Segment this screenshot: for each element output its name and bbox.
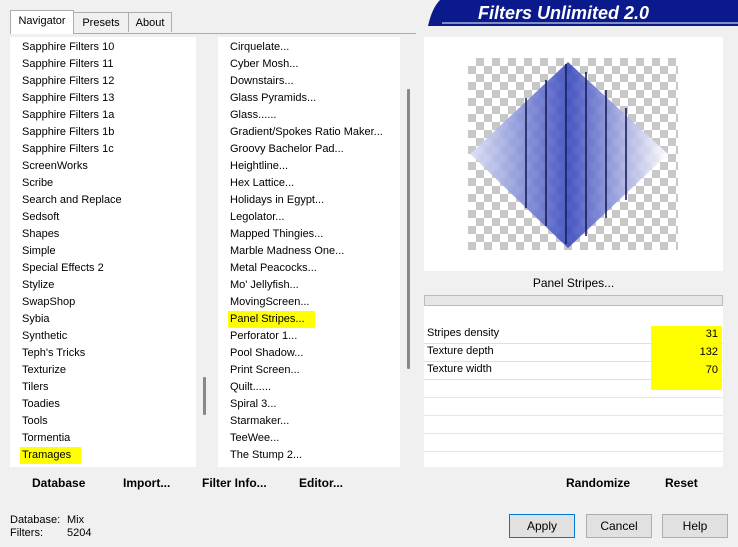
category-item[interactable]: Sedsoft bbox=[20, 209, 69, 226]
param-label: Texture depth bbox=[427, 345, 494, 357]
filter-item[interactable]: MovingScreen... bbox=[228, 294, 319, 311]
reset-button[interactable]: Reset bbox=[665, 476, 698, 490]
category-item[interactable]: Shapes bbox=[20, 226, 69, 243]
category-item[interactable]: Teph's Tricks bbox=[20, 345, 95, 362]
category-item[interactable]: Tools bbox=[20, 413, 58, 430]
filter-item[interactable]: Spiral 3... bbox=[228, 396, 286, 413]
category-item[interactable]: ScreenWorks bbox=[20, 158, 98, 175]
filter-item[interactable]: Holidays in Egypt... bbox=[228, 192, 334, 209]
apply-button[interactable]: Apply bbox=[509, 514, 575, 538]
category-item[interactable]: Sapphire Filters 1c bbox=[20, 141, 124, 158]
filter-scrollbar[interactable] bbox=[400, 37, 417, 467]
filter-item[interactable]: Metal Peacocks... bbox=[228, 260, 327, 277]
filter-item[interactable]: Marble Madness One... bbox=[228, 243, 354, 260]
category-item[interactable]: Simple bbox=[20, 243, 66, 260]
category-item[interactable]: Sapphire Filters 12 bbox=[20, 73, 124, 90]
category-scroll-thumb[interactable] bbox=[203, 377, 206, 415]
category-list-panel: Sapphire Filters 10 Sapphire Filters 11 Sa… bbox=[10, 37, 213, 467]
category-item[interactable]: Sapphire Filters 1b bbox=[20, 124, 124, 141]
category-item[interactable]: Sapphire Filters 13 bbox=[20, 90, 124, 107]
param-row-empty bbox=[424, 397, 723, 398]
param-row-stripes-density[interactable]: Stripes density 31 bbox=[424, 326, 723, 344]
banner: Filters Unlimited 2.0 bbox=[428, 0, 738, 26]
filter-item[interactable]: TeeWee... bbox=[228, 430, 289, 447]
category-item[interactable]: Special Effects 2 bbox=[20, 260, 114, 277]
param-value[interactable]: 31 bbox=[651, 326, 722, 343]
category-item[interactable]: Tilers bbox=[20, 379, 58, 396]
filter-item[interactable]: Pool Shadow... bbox=[228, 345, 313, 362]
param-value[interactable]: 70 bbox=[651, 362, 722, 379]
preview-image bbox=[468, 58, 678, 250]
help-button[interactable]: Help bbox=[662, 514, 728, 538]
param-label: Texture width bbox=[427, 363, 492, 375]
category-item[interactable]: Sapphire Filters 11 bbox=[20, 56, 124, 73]
category-item[interactable]: Toadies bbox=[20, 396, 70, 413]
tab-about[interactable]: About bbox=[128, 12, 172, 32]
filter-list-panel: Cirquelate... Cyber Mosh... Downstairs... G… bbox=[218, 37, 417, 467]
filter-item[interactable]: Cirquelate... bbox=[228, 39, 299, 56]
filter-info-button[interactable]: Filter Info... bbox=[202, 476, 267, 490]
import-button[interactable]: Import... bbox=[123, 476, 170, 490]
param-row-texture-width[interactable]: Texture width 70 bbox=[424, 362, 723, 380]
filter-item[interactable]: The Stump 2... bbox=[228, 447, 312, 464]
filter-item[interactable]: Panel Stripes... bbox=[228, 311, 315, 328]
status-filters-value: 5204 bbox=[67, 527, 92, 539]
filter-item[interactable]: Gradient/Spokes Ratio Maker... bbox=[228, 124, 393, 141]
category-item[interactable]: Synthetic bbox=[20, 328, 77, 345]
category-scrollbar[interactable] bbox=[196, 37, 213, 467]
param-row-empty bbox=[424, 433, 723, 434]
status-filters-label: Filters: bbox=[10, 527, 43, 539]
category-item[interactable]: Scribe bbox=[20, 175, 63, 192]
filter-item[interactable]: Perforator 1... bbox=[228, 328, 307, 345]
param-label: Stripes density bbox=[427, 327, 500, 339]
category-item[interactable]: Tormentia bbox=[20, 430, 80, 447]
filter-item[interactable]: Glass Pyramids... bbox=[228, 90, 326, 107]
tab-navigator[interactable]: Navigator bbox=[10, 10, 74, 34]
filter-item[interactable]: Glass...... bbox=[228, 107, 286, 124]
filter-item[interactable]: Mapped Thingies... bbox=[228, 226, 333, 243]
filter-item[interactable]: Starmaker... bbox=[228, 413, 299, 430]
filter-item[interactable]: Hex Lattice... bbox=[228, 175, 304, 192]
category-item[interactable]: Search and Replace bbox=[20, 192, 132, 209]
cancel-button[interactable]: Cancel bbox=[586, 514, 652, 538]
filter-item[interactable]: Mo' Jellyfish... bbox=[228, 277, 309, 294]
category-item[interactable]: Texturize bbox=[20, 362, 76, 379]
tab-presets[interactable]: Presets bbox=[73, 12, 129, 32]
category-list[interactable]: Sapphire Filters 10 Sapphire Filters 11 Sa… bbox=[10, 37, 213, 467]
progress-bar bbox=[424, 295, 723, 306]
editor-button[interactable]: Editor... bbox=[299, 476, 343, 490]
filter-item[interactable]: Cyber Mosh... bbox=[228, 56, 308, 73]
status-database-label: Database: bbox=[10, 514, 61, 526]
filter-item[interactable]: Legolator... bbox=[228, 209, 294, 226]
category-item[interactable]: Sybia bbox=[20, 311, 60, 328]
param-row-texture-depth[interactable]: Texture depth 132 bbox=[424, 344, 723, 362]
preview-diamond-graphic bbox=[470, 62, 668, 248]
category-item[interactable]: Tramages bbox=[20, 447, 82, 464]
filter-item[interactable]: Downstairs... bbox=[228, 73, 304, 90]
randomize-button[interactable]: Randomize bbox=[566, 476, 630, 490]
param-row-empty bbox=[424, 415, 723, 416]
banner-title: Filters Unlimited 2.0 bbox=[478, 3, 649, 23]
filter-item[interactable]: Print Screen... bbox=[228, 362, 310, 379]
param-value[interactable]: 132 bbox=[651, 344, 722, 361]
filter-item[interactable]: Quilt...... bbox=[228, 379, 281, 396]
category-item[interactable]: SwapShop bbox=[20, 294, 85, 311]
filter-name-bar: Panel Stripes... bbox=[424, 271, 723, 295]
filter-item[interactable]: Groovy Bachelor Pad... bbox=[228, 141, 354, 158]
category-item[interactable]: Stylize bbox=[20, 277, 64, 294]
status-database-value: Mix bbox=[67, 514, 85, 526]
filter-item[interactable]: Heightline... bbox=[228, 158, 298, 175]
database-button[interactable]: Database bbox=[32, 476, 85, 490]
filter-list[interactable]: Cirquelate... Cyber Mosh... Downstairs... G… bbox=[218, 37, 416, 467]
param-row-empty bbox=[424, 451, 723, 452]
param-value-empty bbox=[651, 380, 722, 390]
category-item[interactable]: Sapphire Filters 10 bbox=[20, 39, 124, 56]
filter-scroll-thumb[interactable] bbox=[407, 89, 410, 369]
category-item[interactable]: Sapphire Filters 1a bbox=[20, 107, 124, 124]
